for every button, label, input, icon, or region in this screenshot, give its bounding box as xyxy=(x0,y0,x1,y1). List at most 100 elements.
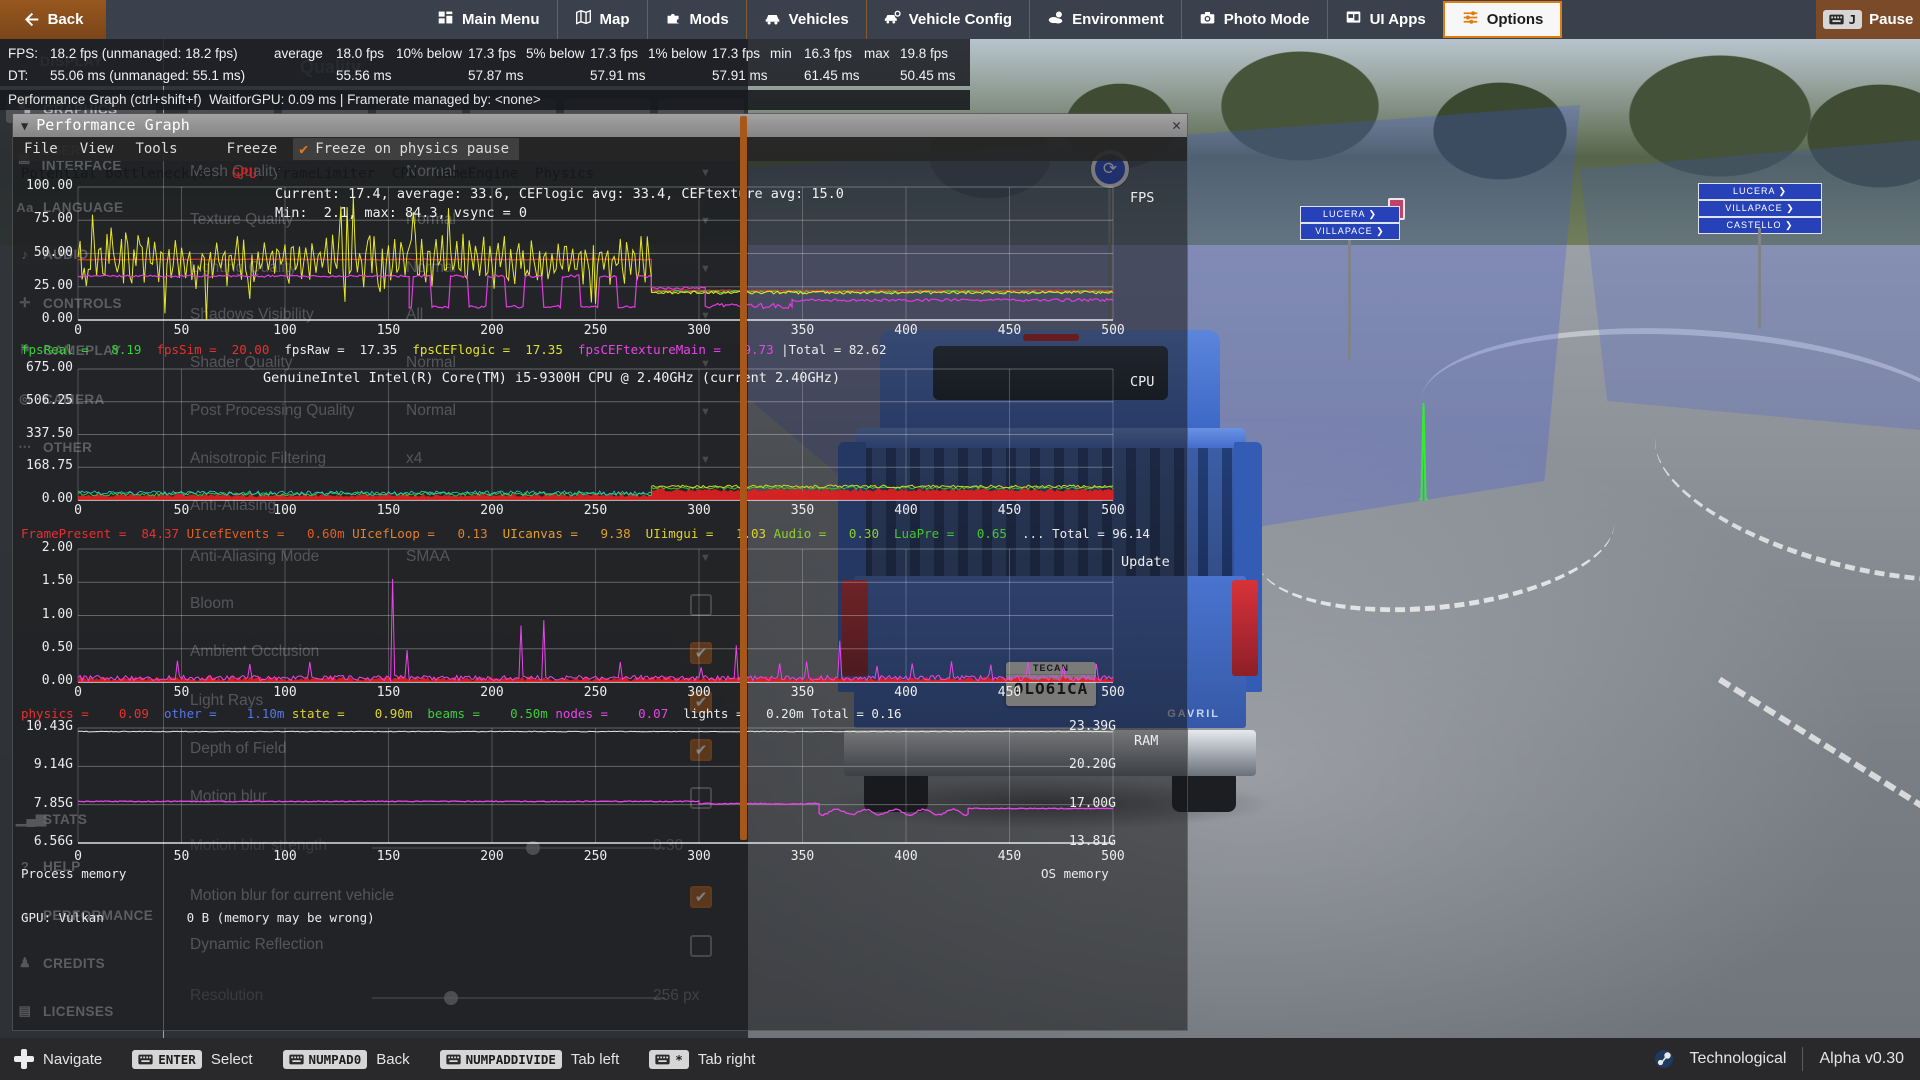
hint-navigate: Navigate xyxy=(14,1049,102,1069)
fps-x-label: 150 xyxy=(372,323,406,338)
hint-back: NUMPAD0Back xyxy=(283,1050,410,1069)
stat-segment: |Total = 82.62 xyxy=(774,342,887,357)
ram-y-label-right: 23.39G xyxy=(1069,719,1131,734)
menu-file[interactable]: File xyxy=(13,141,69,157)
ram-y-label-right: 20.20G xyxy=(1069,757,1131,772)
pause-button[interactable]: J Pause xyxy=(1816,0,1920,39)
ram-y-label: 9.14G xyxy=(15,757,73,772)
perf-graph-update xyxy=(13,548,1189,683)
fps-x-label: 350 xyxy=(786,323,820,338)
menu-item-label: Environment xyxy=(1072,11,1164,28)
freeze-button[interactable]: Freeze xyxy=(217,141,288,157)
window-menubar: FileViewTools Freeze ✔ Freeze on physics… xyxy=(13,137,1187,161)
menu-item-map[interactable]: Map xyxy=(557,0,647,39)
fps-graph-label: FPS xyxy=(1130,190,1154,206)
settings-scrollbar[interactable] xyxy=(740,116,747,840)
menu-item-main-menu[interactable]: Main Menu xyxy=(420,0,557,39)
key-label: * xyxy=(675,1052,683,1067)
key-label: NUMPAD0 xyxy=(309,1052,362,1067)
stat-cell: 17.3 fps xyxy=(590,46,648,61)
ram-graph-label: RAM xyxy=(1134,733,1158,749)
stat-cell: FPS: xyxy=(8,46,50,61)
key-label: ENTER xyxy=(158,1052,196,1067)
menu-view[interactable]: View xyxy=(69,141,125,157)
fps-y-label: 50.00 xyxy=(15,245,73,260)
cpu-x-label: 0 xyxy=(61,503,95,518)
stat-segment: LuaPre = 0.65 xyxy=(879,526,1007,541)
hint-select: ENTERSelect xyxy=(132,1050,252,1069)
window-titlebar[interactable]: ▼Performance Graph ✕ xyxy=(13,114,1187,137)
menu-item-vehicle-config[interactable]: Vehicle Config xyxy=(866,0,1029,39)
hint-tab-right: *Tab right xyxy=(649,1050,755,1069)
perf-graph-ram xyxy=(13,727,1189,844)
back-button[interactable]: Back xyxy=(0,0,106,39)
menu-item-options[interactable]: Options xyxy=(1443,1,1563,38)
close-icon[interactable]: ✕ xyxy=(1172,114,1181,136)
cpu-x-label: 400 xyxy=(889,503,923,518)
ram-x-label: 300 xyxy=(682,849,716,864)
cpu-y-label: 675.00 xyxy=(15,360,73,375)
update-y-label: 1.50 xyxy=(15,573,73,588)
menu-item-label: Vehicles xyxy=(789,11,849,28)
ram-y-label-right: 17.00G xyxy=(1069,796,1131,811)
stat-segment: Process memory xyxy=(21,866,126,881)
stat-segment: fpsRaw = 17.35 xyxy=(269,342,397,357)
cpu-x-label: 250 xyxy=(579,503,613,518)
direction-signs-left: LUCERA ❯VILLAPACE ❯ xyxy=(1300,206,1400,240)
mods-icon xyxy=(665,9,682,30)
update-y-label: 2.00 xyxy=(15,540,73,555)
stat-cell: 55.56 ms xyxy=(336,68,396,83)
key-badge: NUMPADDIVIDE xyxy=(440,1050,562,1069)
perf-graph-hint-line: Performance Graph (ctrl+shift+f) Waitfor… xyxy=(0,90,970,110)
stat-cell: DT: xyxy=(8,68,50,83)
stat-cell: min xyxy=(770,46,804,61)
menu-item-vehicles[interactable]: Vehicles xyxy=(746,0,866,39)
menu-items: FileViewTools xyxy=(13,141,189,157)
menu-item-ui-apps[interactable]: UI Apps xyxy=(1327,0,1443,39)
fps-annotation-0: Current: 17.4, average: 33.6, CEFlogic a… xyxy=(275,186,844,202)
cpu-y-label: 337.50 xyxy=(15,426,73,441)
direction-sign: VILLAPACE ❯ xyxy=(1698,200,1822,217)
stat-cell: 5% below xyxy=(526,46,590,61)
environment-icon xyxy=(1047,9,1064,30)
stat-segment: FramePresent = 84.37 xyxy=(21,526,179,541)
cpu-title: GenuineIntel Intel(R) Core(TM) i5-9300H … xyxy=(263,370,840,386)
key-badge: NUMPAD0 xyxy=(283,1050,368,1069)
bottleneck-line: Potential bottleneck(s): GPU, frameLimit… xyxy=(21,166,594,182)
fps-x-label: 300 xyxy=(682,323,716,338)
stat-segment: GPU xyxy=(232,166,257,182)
menu-item-label: Main Menu xyxy=(462,11,540,28)
menu-item-environment[interactable]: Environment xyxy=(1029,0,1181,39)
freeze-on-physics-pause-toggle[interactable]: ✔ Freeze on physics pause xyxy=(293,138,519,160)
hint-label: Tab left xyxy=(571,1051,619,1068)
menu-tools[interactable]: Tools xyxy=(124,141,188,157)
fps-x-label: 500 xyxy=(1096,323,1130,338)
update-x-label: 150 xyxy=(372,685,406,700)
stat-cell: 18.0 fps xyxy=(336,46,396,61)
menu-item-photo-mode[interactable]: Photo Mode xyxy=(1181,0,1327,39)
fps-stats-overlay: FPS:18.2 fps (unmanaged: 18.2 fps)averag… xyxy=(0,39,970,86)
truck-tail-light xyxy=(1232,580,1258,676)
collapse-icon[interactable]: ▼ xyxy=(21,119,28,133)
stat-segment: Potential bottleneck(s): xyxy=(21,166,232,182)
bottom-right-info: Technological Alpha v0.30 xyxy=(1654,1047,1920,1071)
cpu-graph-label: CPU xyxy=(1130,374,1154,390)
stat-cell: 50.45 ms xyxy=(900,68,960,83)
fps-stats-line: fpsReal = 8.19 fpsSim = 20.00 fpsRaw = 1… xyxy=(21,342,886,357)
stat-segment: Audio = 0.30 xyxy=(766,526,879,541)
separator xyxy=(1802,1047,1803,1071)
stat-segment: UIcefEvents = 0.60m xyxy=(179,526,345,541)
stat-cell: 57.91 ms xyxy=(712,68,770,83)
cpu-x-label: 150 xyxy=(372,503,406,518)
stat-segment: fpsReal = 8.19 xyxy=(21,342,141,357)
bottom-hint-bar: Navigate ENTERSelect NUMPAD0Back NUMPADDIVI… xyxy=(0,1038,1920,1080)
direction-sign: VILLAPACE ❯ xyxy=(1300,223,1400,240)
update-x-label: 250 xyxy=(579,685,613,700)
performance-graph-window: ▼Performance Graph ✕ FileViewTools Freez… xyxy=(12,113,1188,1031)
fps-row: FPS:18.2 fps (unmanaged: 18.2 fps)averag… xyxy=(8,42,970,64)
cpu-x-label: 100 xyxy=(268,503,302,518)
fps-x-label: 100 xyxy=(268,323,302,338)
menu-item-mods[interactable]: Mods xyxy=(647,0,746,39)
stat-cell: max xyxy=(864,46,900,61)
top-menu-items: Main Menu MapMods Vehicles Vehicle Config En… xyxy=(420,0,1562,39)
